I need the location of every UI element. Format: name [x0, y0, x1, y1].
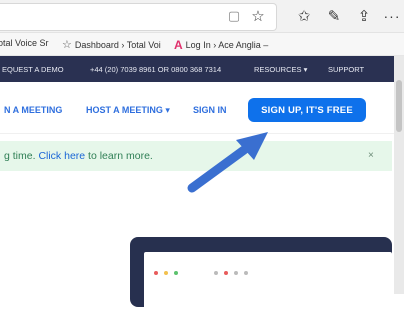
- close-icon[interactable]: ×: [368, 150, 374, 161]
- dot-icon: [164, 271, 168, 275]
- notice-text-after: to learn more.: [85, 150, 153, 162]
- dot-icon: [174, 271, 178, 275]
- phone-numbers: +44 (20) 7039 8961 OR 0800 368 7314: [90, 65, 222, 74]
- share-icon[interactable]: ⇪: [354, 6, 374, 26]
- request-demo-link[interactable]: EQUEST A DEMO: [2, 65, 64, 74]
- join-meeting-link[interactable]: N A MEETING: [4, 105, 62, 115]
- bookmark-item[interactable]: otal Voice Sr: [0, 38, 49, 48]
- bookmark-label: Log In › Ace Anglia –: [185, 40, 269, 50]
- bookmark-star-icon: ☆: [62, 39, 72, 51]
- notice-text: g time. Click here to learn more.: [4, 150, 153, 162]
- sign-up-button[interactable]: SIGN UP, IT'S FREE: [248, 98, 366, 122]
- support-link[interactable]: SUPPORT: [328, 65, 364, 74]
- site-favicon-icon: A: [174, 38, 183, 52]
- device-screen: [144, 252, 392, 312]
- scrollbar-thumb[interactable]: [396, 80, 402, 132]
- dot-icon: [244, 271, 248, 275]
- site-topbar: EQUEST A DEMO +44 (20) 7039 8961 OR 0800…: [0, 56, 404, 82]
- bookmark-item[interactable]: A Log In › Ace Anglia –: [174, 38, 268, 52]
- tab-view-icon[interactable]: ▢: [224, 6, 244, 26]
- bookmark-label: Dashboard › Total Voi: [74, 39, 161, 50]
- host-meeting-menu[interactable]: HOST A MEETING ▾: [86, 105, 170, 116]
- notice-text-before: g time.: [4, 150, 39, 162]
- dot-icon: [224, 271, 228, 275]
- main-navigation: N A MEETING HOST A MEETING ▾ SIGN IN SIG…: [0, 83, 404, 134]
- click-here-link[interactable]: Click here: [38, 150, 85, 162]
- favorites-icon[interactable]: ✩: [294, 6, 314, 26]
- dot-icon: [234, 271, 238, 275]
- bookmark-item[interactable]: ☆ Dashboard › Total Voi: [62, 38, 161, 51]
- pen-icon[interactable]: ✎: [324, 6, 344, 26]
- sign-in-link[interactable]: SIGN IN: [193, 105, 227, 115]
- bookmark-label: otal Voice Sr: [0, 38, 49, 48]
- dot-icon: [214, 271, 218, 275]
- resources-menu[interactable]: RESOURCES ▾: [254, 65, 307, 74]
- notification-banner: g time. Click here to learn more. ×: [0, 141, 392, 171]
- dot-icon: [154, 271, 158, 275]
- screen-toolbar: [154, 268, 274, 278]
- favorite-star-icon[interactable]: ☆: [248, 6, 268, 26]
- browser-toolbar: ▢ ☆ ✩ ✎ ⇪ ···: [0, 0, 404, 33]
- bookmarks-bar: otal Voice Sr ☆ Dashboard › Total Voi A …: [0, 33, 404, 56]
- more-icon[interactable]: ···: [382, 6, 402, 26]
